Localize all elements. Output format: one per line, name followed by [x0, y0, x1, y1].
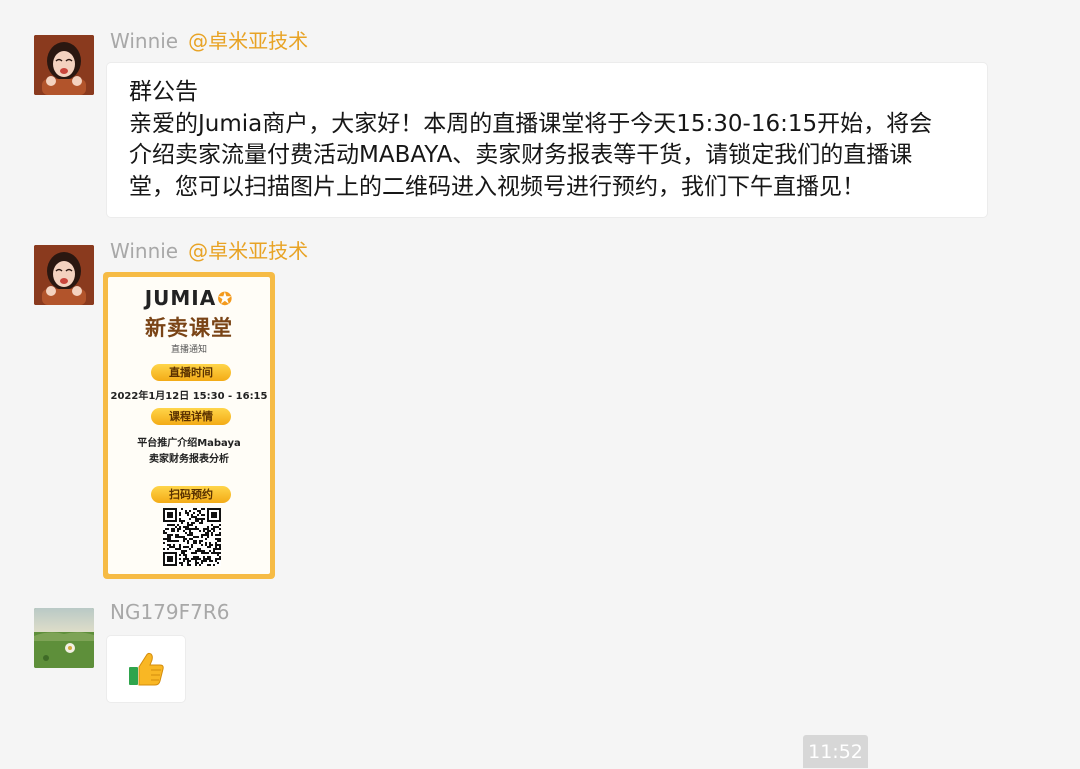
- poster-detail-2: 卖家财务报表分析: [149, 454, 229, 465]
- poster-title: 新卖课堂: [145, 316, 233, 340]
- sender-line: NG179F7R6: [110, 600, 229, 624]
- poster-brand: JUMIA✪: [108, 286, 270, 310]
- announcement-line: 介绍卖家流量付费活动MABAYA、卖家财务报表等干货，请锁定我们的直播课: [129, 142, 913, 168]
- message-bubble[interactable]: [107, 636, 185, 702]
- avatar-winnie[interactable]: [34, 245, 94, 305]
- brand-text: JUMIA: [144, 286, 217, 310]
- sender-name: Winnie: [110, 239, 179, 263]
- sender-line: Winnie @卓米亚技术: [110, 29, 308, 53]
- message-bubble[interactable]: 群公告 亲爱的Jumia商户，大家好！本周的直播课堂将于今天15:30-16:1…: [107, 63, 987, 217]
- announcement-line: 亲爱的Jumia商户，大家好！本周的直播课堂将于今天15:30-16:15开始，…: [129, 110, 933, 137]
- pill-live-time: 直播时间: [151, 364, 231, 381]
- avatar-icon: [34, 608, 94, 668]
- sender-name: NG179F7R6: [110, 600, 230, 624]
- thumbs-up-icon: [129, 652, 164, 686]
- sender-line: Winnie @卓米亚技术: [110, 239, 308, 263]
- poster-image[interactable]: JUMIA✪ 新卖课堂 直播通知 直播时间 2022年1月12日 15:30 -…: [103, 272, 275, 579]
- avatar-ng[interactable]: [34, 608, 94, 668]
- pill-scan: 扫码预约: [151, 486, 231, 503]
- poster-detail-1: 平台推广介绍Mabaya: [137, 438, 241, 449]
- announcement-text: 群公告 亲爱的Jumia商户，大家好！本周的直播课堂将于今天15:30-16:1…: [107, 63, 987, 217]
- star-icon: ✪: [217, 289, 234, 310]
- poster-time-text: 2022年1月12日 15:30 - 16:15: [110, 391, 268, 402]
- sender-tag: @卓米亚技术: [188, 29, 309, 53]
- sender-tag: @卓米亚技术: [188, 239, 309, 263]
- avatar-winnie[interactable]: [34, 35, 94, 95]
- qr-code-icon: [163, 508, 221, 566]
- pill-course-detail: 课程详情: [151, 408, 231, 425]
- poster-content: JUMIA✪ 新卖课堂 直播通知 直播时间 2022年1月12日 15:30 -…: [108, 277, 270, 574]
- sender-name: Winnie: [110, 29, 179, 53]
- timestamp-badge: 11:52: [803, 735, 868, 768]
- avatar-icon: [34, 245, 94, 305]
- announcement-heading: 群公告: [129, 79, 198, 105]
- poster-subtitle: 直播通知: [170, 345, 207, 355]
- avatar-icon: [34, 35, 94, 95]
- announcement-line: 堂，您可以扫描图片上的二维码进入视频号进行预约，我们下午直播见！: [129, 173, 865, 200]
